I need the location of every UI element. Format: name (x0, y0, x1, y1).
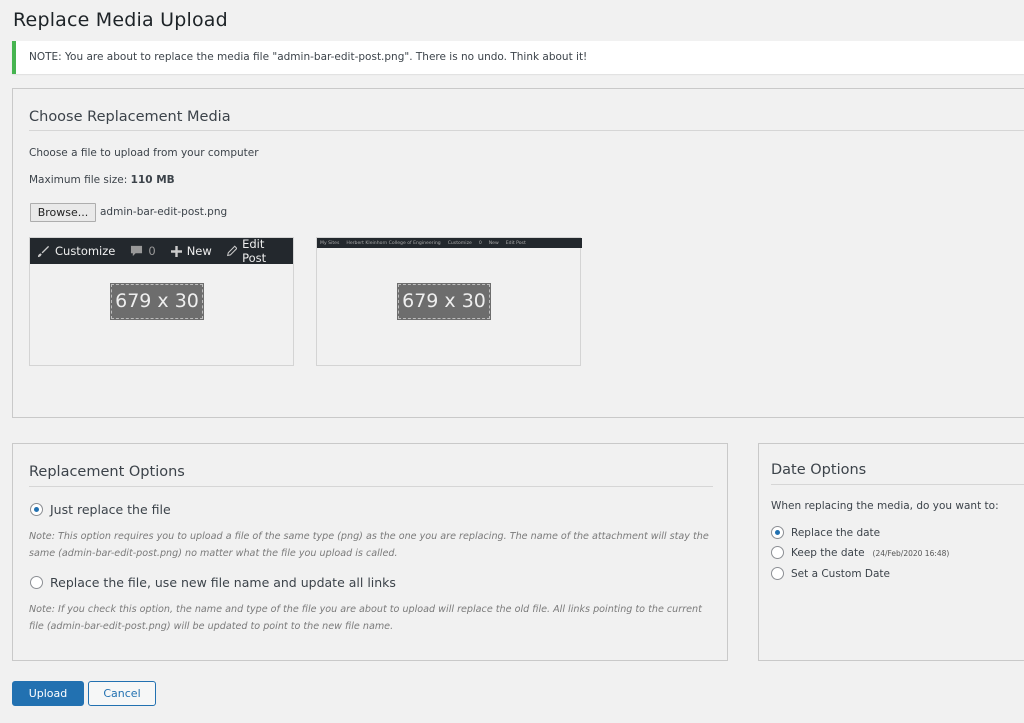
warning-notice: NOTE: You are about to replace the media… (12, 41, 1024, 74)
max-file-size: Maximum file size: 110 MB (29, 174, 175, 186)
upload-instruction: Choose a file to upload from your comput… (29, 147, 259, 159)
choose-heading: Choose Replacement Media (29, 109, 231, 125)
new-item: New (170, 244, 212, 258)
new-media-preview: My Sites Herbert Kleinhorn College of En… (316, 237, 582, 366)
original-date: (24/Feb/2020 16:48) (872, 549, 950, 558)
max-size-value: 110 MB (130, 174, 175, 186)
comments-item: 0 (130, 244, 156, 258)
mini-comments: 0 (478, 240, 482, 246)
notice-text: NOTE: You are about to replace the media… (29, 51, 588, 63)
option-replace-rename-note: Note: If you check this option, the name… (29, 604, 702, 632)
preview-admin-bar-small: My Sites Herbert Kleinhorn College of En… (317, 238, 582, 248)
replace-date-label[interactable]: Replace the date (791, 527, 880, 539)
option-just-replace-label[interactable]: Just replace the file (50, 502, 171, 517)
mini-my-sites: My Sites (320, 240, 340, 246)
customize-label: Customize (55, 244, 116, 258)
option-just-replace-note: Note: This option requires you to upload… (29, 531, 709, 559)
date-question: When replacing the media, do you want to… (771, 500, 999, 512)
plus-icon (170, 245, 182, 257)
image-placeholder: 679 x 30 (397, 283, 491, 320)
mini-site-name: Herbert Kleinhorn College of Engineering (346, 240, 441, 246)
option-replace-rename-label[interactable]: Replace the file, use new file name and … (50, 575, 396, 590)
custom-date-label[interactable]: Set a Custom Date (791, 568, 890, 580)
mini-customize: Customize (447, 240, 472, 246)
comments-count: 0 (148, 244, 156, 258)
browse-button[interactable]: Browse... (30, 203, 96, 222)
divider (29, 130, 1024, 131)
preview-admin-bar: Customize 0 New Edit Post (30, 237, 293, 265)
edit-post-item: Edit Post (226, 237, 285, 265)
mini-new: New (488, 240, 499, 246)
comment-icon (131, 245, 143, 257)
radio-replace-rename[interactable] (30, 576, 43, 589)
mini-edit-post: Edit Post (505, 240, 526, 246)
radio-just-replace[interactable] (30, 503, 43, 516)
radio-replace-date[interactable] (771, 526, 784, 539)
new-label: New (186, 244, 212, 258)
edit-post-label: Edit Post (242, 237, 267, 265)
keep-date-label: Keep the date (791, 547, 865, 559)
divider (29, 486, 713, 487)
selected-file-name: admin-bar-edit-post.png (100, 206, 228, 218)
image-placeholder: 679 x 30 (110, 283, 204, 320)
pencil-icon (226, 245, 238, 257)
radio-custom-date[interactable] (771, 567, 784, 580)
choose-replacement-panel: Choose Replacement Media Choose a file t… (12, 88, 1024, 418)
customize-item: Customize (37, 244, 115, 258)
replacement-options-panel: Replacement Options Just replace the fil… (12, 443, 728, 661)
page-title: Replace Media Upload (13, 9, 228, 31)
date-heading: Date Options (771, 462, 867, 478)
upload-button[interactable]: Upload (12, 681, 84, 706)
keep-date-option[interactable]: Keep the date (24/Feb/2020 16:48) (791, 547, 949, 559)
cancel-button[interactable]: Cancel (88, 681, 156, 706)
replacement-heading: Replacement Options (29, 464, 185, 480)
current-media-preview: Customize 0 New Edit Post 679 x 30 (29, 237, 294, 366)
max-size-label: Maximum file size: (29, 174, 128, 186)
brush-icon (37, 245, 50, 257)
radio-keep-date[interactable] (771, 546, 784, 559)
divider (771, 484, 1024, 485)
date-options-panel: Date Options When replacing the media, d… (758, 443, 1024, 661)
